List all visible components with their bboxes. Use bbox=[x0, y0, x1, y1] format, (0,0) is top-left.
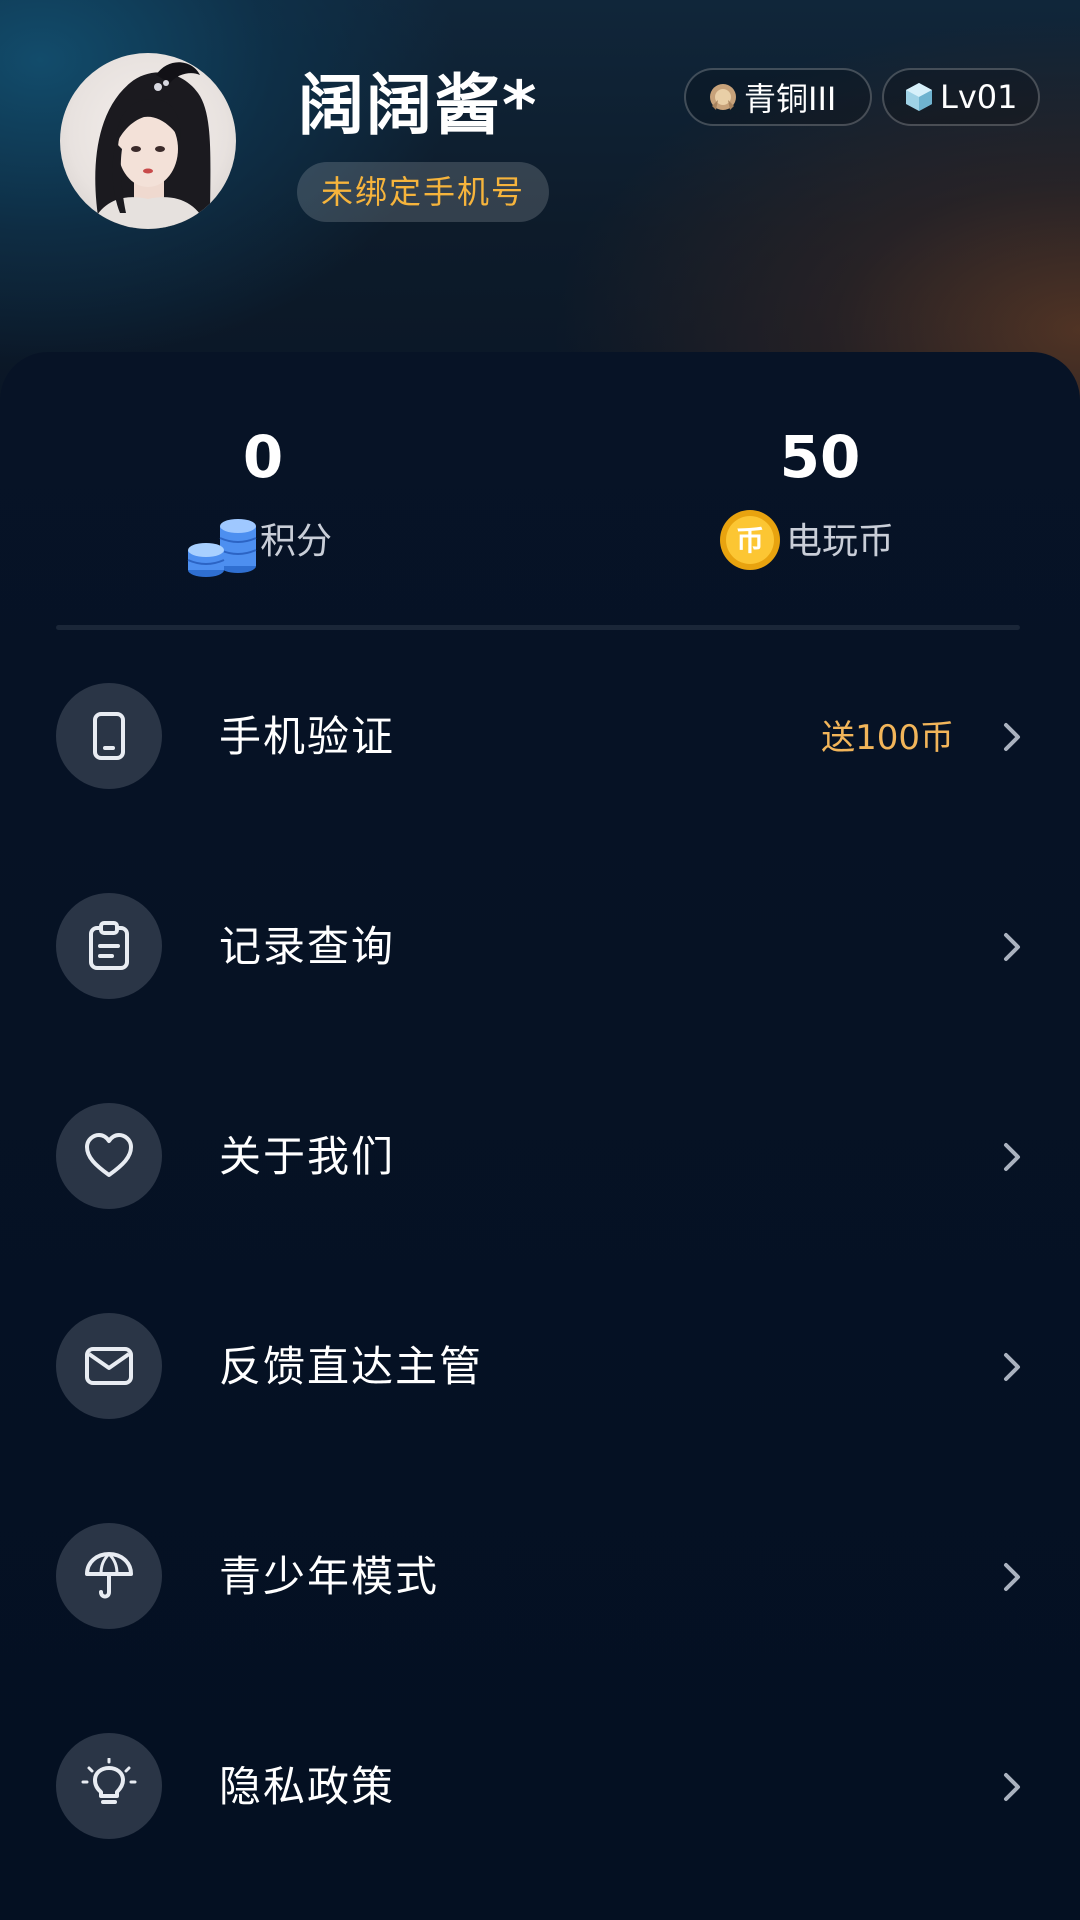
points-label: 积分 bbox=[260, 521, 333, 562]
profile-page: 阔阔酱* 未绑定手机号 青铜III Lv01 0 积分 50 币 电玩币 手机验… bbox=[0, 0, 1080, 1920]
chevron-right-icon bbox=[1004, 1353, 1020, 1381]
bronze-medal-icon bbox=[706, 80, 740, 114]
level-badge[interactable]: Lv01 bbox=[882, 68, 1040, 126]
avatar[interactable] bbox=[60, 53, 236, 229]
coin-glyph: 币 bbox=[736, 524, 764, 557]
points-value: 0 bbox=[242, 423, 284, 491]
chevron-right-icon bbox=[1004, 1563, 1020, 1591]
lightbulb-icon bbox=[56, 1733, 162, 1839]
menu-item-records[interactable]: 记录查询 bbox=[0, 893, 1080, 1003]
stats-divider bbox=[56, 625, 1020, 630]
menu-label: 关于我们 bbox=[219, 1132, 396, 1181]
cube-icon bbox=[902, 80, 936, 114]
heart-icon bbox=[56, 1103, 162, 1209]
coin-stack-icon bbox=[186, 508, 258, 578]
menu-item-about-us[interactable]: 关于我们 bbox=[0, 1103, 1080, 1213]
reward-text: 送100币 bbox=[821, 718, 954, 758]
coins-value: 50 bbox=[779, 423, 861, 491]
rank-badge-label: 青铜III bbox=[744, 80, 837, 118]
username: 阔阔酱* bbox=[298, 67, 539, 144]
phone-binding-status[interactable]: 未绑定手机号 bbox=[297, 162, 550, 222]
coins-label: 电玩币 bbox=[786, 521, 895, 562]
level-badge-label: Lv01 bbox=[940, 78, 1018, 116]
mail-icon bbox=[56, 1313, 162, 1419]
clipboard-icon bbox=[56, 893, 162, 999]
menu-label: 青少年模式 bbox=[219, 1552, 440, 1601]
chevron-right-icon bbox=[1004, 723, 1020, 751]
menu-label: 手机验证 bbox=[219, 712, 396, 761]
menu-label: 反馈直达主管 bbox=[219, 1342, 484, 1391]
menu-item-feedback[interactable]: 反馈直达主管 bbox=[0, 1313, 1080, 1423]
rank-badge[interactable]: 青铜III bbox=[684, 68, 872, 126]
menu-item-phone-verify[interactable]: 手机验证 送100币 bbox=[0, 683, 1080, 793]
menu-item-teen-mode[interactable]: 青少年模式 bbox=[0, 1523, 1080, 1633]
chevron-right-icon bbox=[1004, 1143, 1020, 1171]
menu-label: 隐私政策 bbox=[219, 1762, 396, 1811]
chevron-right-icon bbox=[1004, 933, 1020, 961]
phone-icon bbox=[56, 683, 162, 789]
umbrella-icon bbox=[56, 1523, 162, 1629]
chevron-right-icon bbox=[1004, 1773, 1020, 1801]
menu-item-privacy[interactable]: 隐私政策 bbox=[0, 1733, 1080, 1843]
menu-label: 记录查询 bbox=[219, 922, 396, 971]
game-coin-icon: 币 bbox=[718, 508, 782, 572]
